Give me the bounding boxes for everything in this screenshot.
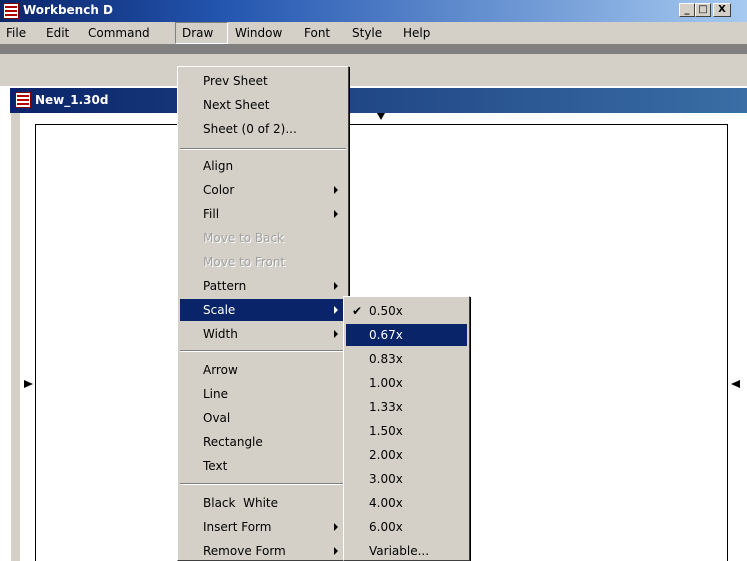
menu-separator xyxy=(180,148,346,150)
scale-option-0-67x[interactable]: 0.67x xyxy=(346,324,467,346)
menu-draw[interactable]: Draw xyxy=(175,22,228,44)
menu-item-black-white[interactable]: Black White xyxy=(180,492,346,514)
submenu-arrow-icon xyxy=(334,306,338,314)
scale-option-1-00x[interactable]: 1.00x xyxy=(346,372,467,394)
menu-item-fill[interactable]: Fill xyxy=(180,203,346,225)
menu-separator xyxy=(180,350,346,352)
menu-item-move-to-front[interactable]: Move to Front xyxy=(180,251,346,273)
menu-item-line[interactable]: Line xyxy=(180,383,346,405)
menu-item-rectangle[interactable]: Rectangle xyxy=(180,431,346,453)
scale-option-0-83x[interactable]: 0.83x xyxy=(346,348,467,370)
scale-option-3-00x[interactable]: 3.00x xyxy=(346,468,467,490)
menu-file[interactable]: File xyxy=(0,22,32,44)
scale-option-4-00x[interactable]: 4.00x xyxy=(346,492,467,514)
submenu-arrow-icon xyxy=(334,330,338,338)
menu-font[interactable]: Font xyxy=(298,22,336,44)
submenu-arrow-icon xyxy=(334,523,338,531)
minimize-button[interactable]: _ xyxy=(679,3,695,17)
document-icon[interactable] xyxy=(15,92,31,108)
scale-option-1-33x[interactable]: 1.33x xyxy=(346,396,467,418)
scale-option-1-50x[interactable]: 1.50x xyxy=(346,420,467,442)
submenu-arrow-icon xyxy=(334,282,338,290)
top-center-marker-icon xyxy=(377,113,385,120)
left-marker-icon xyxy=(24,380,33,388)
menu-item-pattern[interactable]: Pattern xyxy=(180,275,346,297)
scale-option-0-50x[interactable]: ✔ 0.50x xyxy=(346,300,467,322)
submenu-arrow-icon xyxy=(334,547,338,555)
scale-option-6-00x[interactable]: 6.00x xyxy=(346,516,467,538)
menu-item-remove-form[interactable]: Remove Form xyxy=(180,540,346,561)
menu-item-sheet-select[interactable]: Sheet (0 of 2)... xyxy=(180,118,346,140)
menu-item-arrow[interactable]: Arrow xyxy=(180,359,346,381)
menu-item-insert-form[interactable]: Insert Form xyxy=(180,516,346,538)
menu-item-align[interactable]: Align xyxy=(180,155,346,177)
menu-separator xyxy=(180,483,346,485)
submenu-arrow-icon xyxy=(334,210,338,218)
scale-submenu: ✔ 0.50x 0.67x 0.83x 1.00x 1.33x 1.50x 2.0… xyxy=(343,296,470,561)
document-window-border xyxy=(10,113,20,561)
menu-window[interactable]: Window xyxy=(229,22,288,44)
right-marker-icon xyxy=(731,380,740,388)
menu-item-color[interactable]: Color xyxy=(180,179,346,201)
app-title: Workbench D xyxy=(23,3,114,17)
menu-item-move-to-back[interactable]: Move to Back xyxy=(180,227,346,249)
menu-item-oval[interactable]: Oval xyxy=(180,407,346,429)
menu-command[interactable]: Command xyxy=(82,22,156,44)
app-title-bar[interactable]: Workbench D _ □ X xyxy=(0,0,747,22)
menu-style[interactable]: Style xyxy=(346,22,388,44)
menu-item-text[interactable]: Text xyxy=(180,455,346,477)
scale-option-variable[interactable]: Variable... xyxy=(346,540,467,561)
maximize-button[interactable]: □ xyxy=(695,3,711,17)
document-title: New_1.30d xyxy=(35,93,109,107)
menu-help[interactable]: Help xyxy=(397,22,436,44)
menu-item-next-sheet[interactable]: Next Sheet xyxy=(180,94,346,116)
app-icon[interactable] xyxy=(3,3,19,19)
submenu-arrow-icon xyxy=(334,186,338,194)
checkmark-icon: ✔ xyxy=(352,304,363,318)
document-title-bar[interactable]: New_1.30d xyxy=(10,88,747,113)
menu-item-scale[interactable]: Scale xyxy=(180,299,346,321)
menu-edit[interactable]: Edit xyxy=(40,22,75,44)
close-button[interactable]: X xyxy=(713,3,731,17)
menu-item-prev-sheet[interactable]: Prev Sheet xyxy=(180,70,346,92)
menu-bar: File Edit Command Draw Window Font Style… xyxy=(0,22,747,44)
mdi-divider xyxy=(0,44,747,54)
menu-item-width[interactable]: Width xyxy=(180,323,346,345)
scale-option-2-00x[interactable]: 2.00x xyxy=(346,444,467,466)
draw-menu: Prev Sheet Next Sheet Sheet (0 of 2)... … xyxy=(177,66,349,561)
